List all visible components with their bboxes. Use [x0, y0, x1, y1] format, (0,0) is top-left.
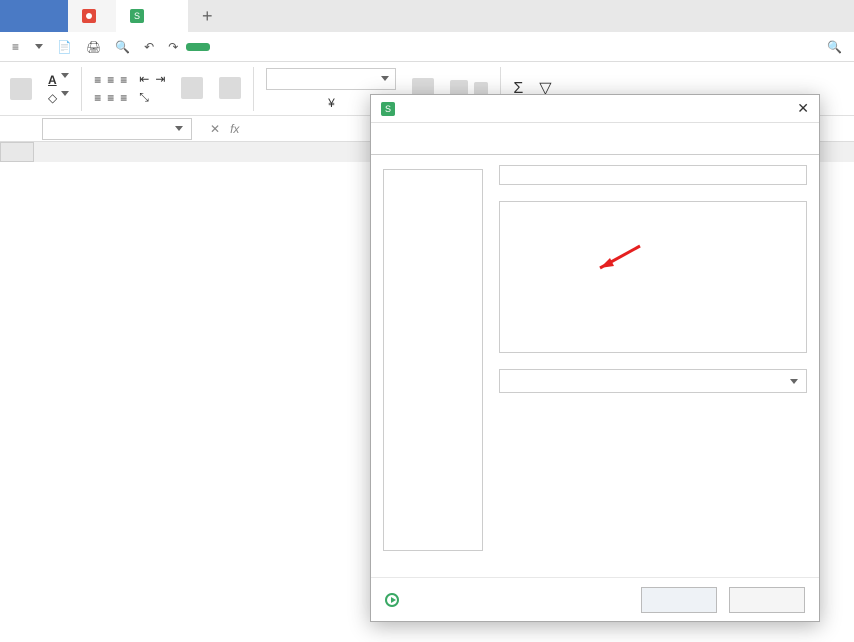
locale-combo[interactable]	[499, 369, 807, 393]
align-right-icon[interactable]: ≡	[120, 91, 127, 105]
currency-icon[interactable]: ¥	[328, 96, 335, 110]
menu-formula[interactable]	[256, 42, 276, 52]
tips-link[interactable]	[385, 593, 405, 607]
paste-icon	[10, 78, 32, 100]
tab-templates[interactable]	[68, 0, 116, 32]
number-format-combo[interactable]	[266, 68, 396, 90]
file-menu[interactable]	[27, 40, 49, 53]
spreadsheet-icon: S	[130, 9, 144, 23]
type-list[interactable]	[499, 201, 807, 353]
fx-icon[interactable]: fx	[230, 122, 239, 136]
separator	[253, 67, 254, 111]
merge-icon	[181, 77, 203, 99]
redo-icon[interactable]: ↷	[162, 36, 184, 58]
preview-icon[interactable]: 🔍	[109, 36, 136, 58]
dropdown-icon[interactable]	[61, 73, 69, 78]
document-tabs-bar: S +	[0, 0, 854, 32]
chevron-down-icon	[790, 379, 798, 384]
format-options-panel	[499, 165, 807, 551]
indent-dec-icon[interactable]: ⇤	[139, 72, 149, 86]
category-list[interactable]	[383, 169, 483, 551]
fill-color-icon[interactable]: ◇	[48, 91, 57, 105]
format-description	[371, 561, 819, 577]
align-left-icon[interactable]: ≡	[94, 91, 101, 105]
tab-home[interactable]	[0, 0, 68, 32]
cancel-button[interactable]	[729, 587, 805, 613]
tab-workbook1[interactable]: S	[116, 0, 188, 32]
undo-icon[interactable]: ↶	[138, 36, 160, 58]
indent-inc-icon[interactable]: ⇥	[155, 72, 165, 86]
formula-icons: ✕ fx	[200, 122, 249, 136]
sample-box	[499, 165, 807, 185]
menu-insert[interactable]	[212, 42, 232, 52]
app-menu-icon[interactable]: ≡	[6, 36, 25, 58]
docer-icon	[82, 9, 96, 23]
chevron-down-icon	[381, 76, 389, 81]
name-box[interactable]	[42, 118, 192, 140]
menu-bar: ≡ 📄 🖨 🔍 ↶ ↷ 🔍	[0, 32, 854, 62]
dropdown-icon[interactable]	[61, 91, 69, 96]
rib-merge[interactable]	[177, 77, 207, 101]
ok-button[interactable]	[641, 587, 717, 613]
menu-start[interactable]	[186, 43, 210, 51]
dialog-body	[371, 155, 819, 561]
align-top-icon[interactable]: ≡	[94, 73, 101, 87]
chevron-down-icon	[175, 126, 183, 131]
rib-font-tools: A ◇	[44, 73, 73, 105]
dialog-tabs	[371, 123, 819, 155]
print-icon[interactable]: 🖨	[80, 36, 107, 58]
search-box[interactable]: 🔍	[827, 40, 848, 54]
orient-icon[interactable]: ⤡	[139, 90, 149, 105]
rib-align: ≡ ≡ ≡ ≡ ≡ ≡ ⇤ ⇥ ⤡	[90, 72, 169, 105]
cancel-edit-icon[interactable]: ✕	[210, 122, 220, 136]
align-mid-icon[interactable]: ≡	[107, 73, 114, 87]
font-color-icon[interactable]: A	[48, 73, 57, 87]
menu-data[interactable]	[278, 42, 298, 52]
category-panel	[383, 165, 483, 551]
wrap-icon	[219, 77, 241, 99]
menu-layout[interactable]	[234, 42, 254, 52]
close-icon[interactable]: ✕	[797, 100, 809, 117]
menu-member[interactable]	[366, 42, 386, 52]
dialog-footer	[371, 577, 819, 621]
menu-dev[interactable]	[344, 42, 364, 52]
align-center-icon[interactable]: ≡	[107, 91, 114, 105]
new-tab-button[interactable]: +	[202, 6, 213, 27]
align-bot-icon[interactable]: ≡	[120, 73, 127, 87]
cell-format-dialog: S ✕	[370, 94, 820, 622]
save-icon[interactable]: 📄	[51, 36, 78, 58]
menu-view[interactable]	[322, 42, 342, 52]
select-all-corner[interactable]	[0, 142, 34, 162]
dialog-titlebar: S ✕	[371, 95, 819, 123]
separator	[81, 67, 82, 111]
rib-wrap[interactable]	[215, 77, 245, 101]
menu-review[interactable]	[300, 42, 320, 52]
play-icon	[385, 593, 399, 607]
rib-paste[interactable]	[6, 78, 36, 100]
spreadsheet-icon: S	[381, 102, 395, 116]
